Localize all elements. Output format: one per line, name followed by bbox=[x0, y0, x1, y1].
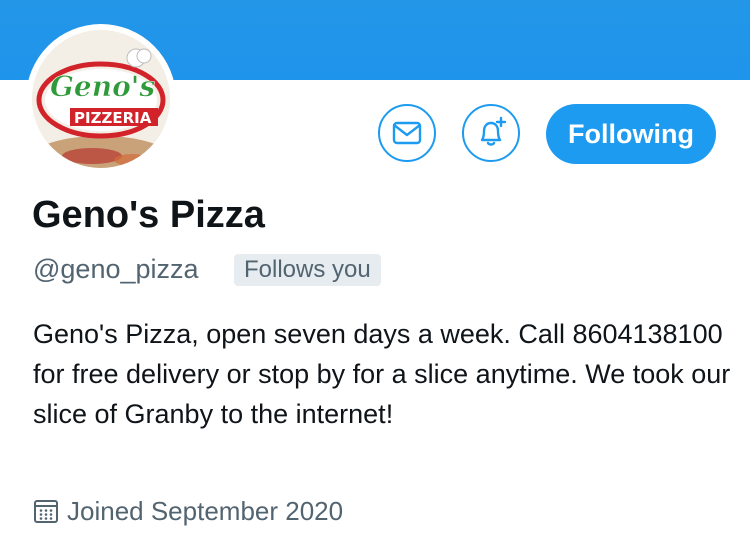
genos-pizzeria-logo: Geno's PIZZERIA bbox=[32, 30, 170, 168]
joined-date: Joined September 2020 bbox=[33, 494, 343, 528]
notifications-button[interactable] bbox=[462, 104, 520, 162]
svg-text:PIZZERIA: PIZZERIA bbox=[74, 109, 152, 127]
profile-avatar[interactable]: Geno's PIZZERIA bbox=[26, 24, 176, 174]
bell-plus-icon bbox=[480, 116, 507, 146]
following-button[interactable]: Following bbox=[546, 104, 716, 164]
follows-you-badge: Follows you bbox=[234, 254, 381, 286]
following-button-label: Following bbox=[568, 118, 694, 149]
svg-text:Geno's: Geno's bbox=[50, 70, 155, 103]
profile-handle: @geno_pizza bbox=[33, 254, 199, 284]
profile-bio: Geno's Pizza, open seven days a week. Ca… bbox=[33, 319, 731, 429]
calendar-icon bbox=[33, 498, 59, 524]
joined-date-text: Joined September 2020 bbox=[67, 496, 344, 526]
profile-name: Geno's Pizza bbox=[32, 194, 265, 236]
envelope-icon bbox=[392, 121, 422, 145]
message-button[interactable] bbox=[378, 104, 436, 162]
